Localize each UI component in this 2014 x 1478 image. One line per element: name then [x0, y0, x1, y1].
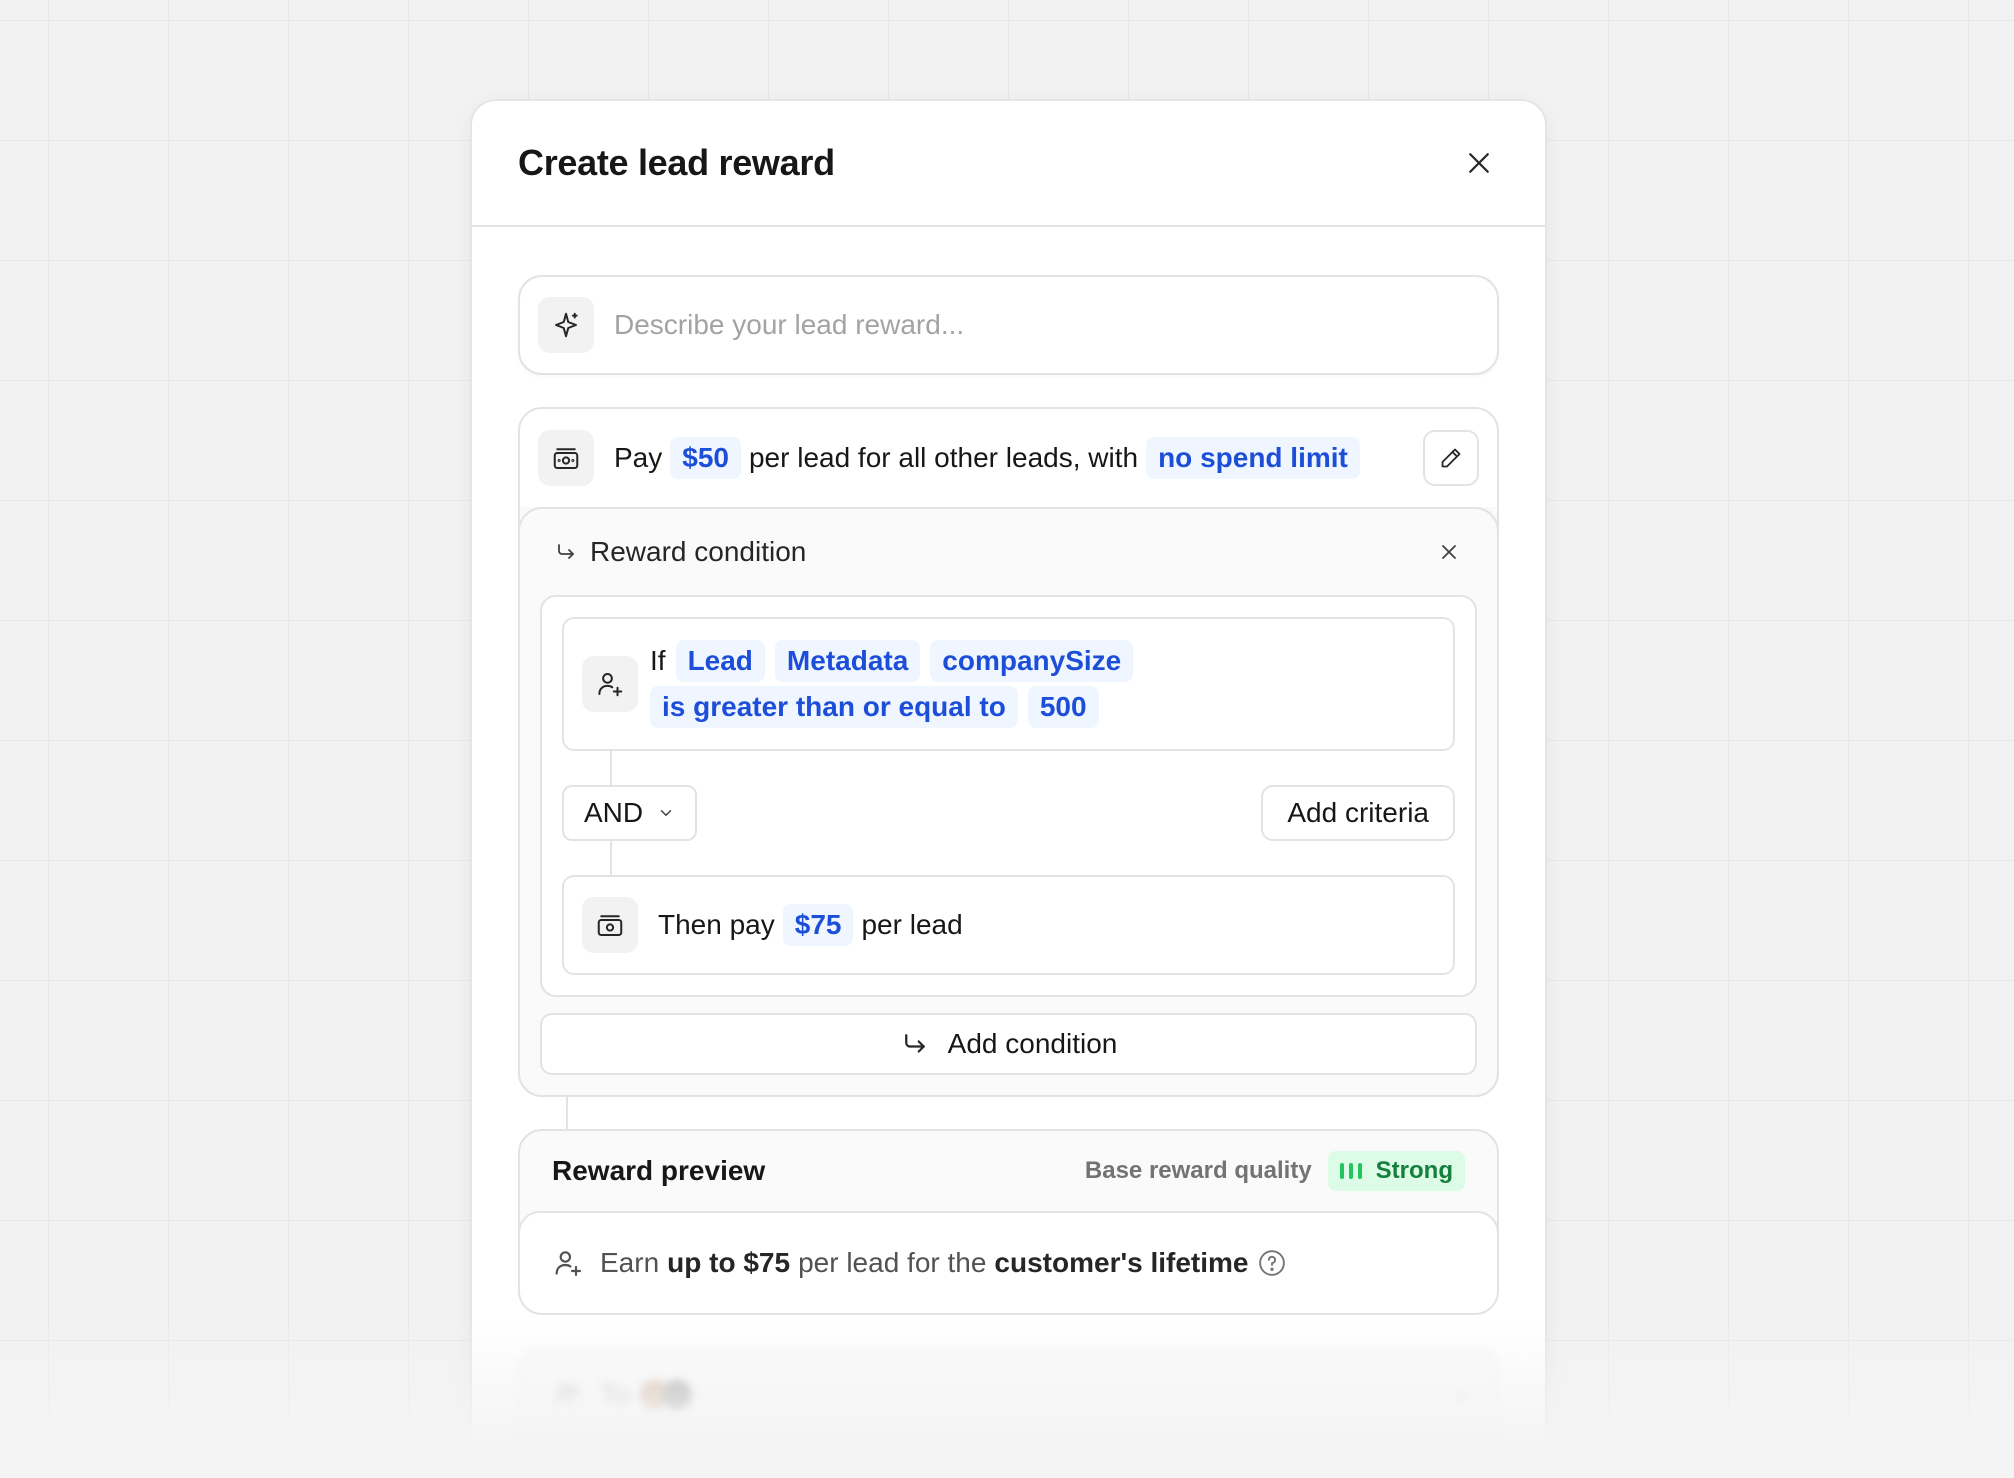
logic-operator-label: AND — [584, 797, 644, 828]
logic-row: AND Add criteria — [562, 785, 1455, 841]
blurred-partner-card: To › — [518, 1347, 1499, 1443]
help-circle-icon[interactable] — [1257, 1248, 1287, 1278]
reward-prompt-input[interactable] — [614, 309, 1479, 341]
edit-reward-button[interactable] — [1423, 430, 1479, 486]
connector-line — [566, 1097, 568, 1129]
then-pay-card: Then pay $75 per lead — [562, 875, 1455, 975]
chevron-right-icon: › — [1455, 1379, 1465, 1410]
modal-title: Create lead reward — [518, 142, 835, 183]
earn-prefix: Earn — [600, 1247, 660, 1278]
sparkle-icon — [555, 312, 578, 338]
arrow-turn-icon — [558, 544, 574, 559]
money-icon-tile — [582, 897, 638, 953]
reward-middle-text: per lead for all other leads, with — [748, 442, 1139, 473]
logic-operator-select[interactable]: AND — [562, 785, 698, 841]
money-icon — [553, 448, 579, 469]
reward-card: Pay $50 per lead for all other leads, wi… — [518, 407, 1499, 1097]
pencil-icon — [1441, 448, 1461, 468]
ghost-text: To — [600, 1379, 630, 1410]
then-pay-text: Then pay $75 per lead — [658, 904, 963, 946]
condition-header: Reward condition — [540, 509, 1477, 595]
field-chip[interactable]: companySize — [930, 640, 1134, 682]
operator-chip[interactable]: is greater than or equal to — [650, 686, 1018, 728]
reward-condition-panel: Reward condition If Lead Metadata compan… — [518, 507, 1499, 1097]
preview-header: Reward preview Base reward quality Stron… — [520, 1131, 1497, 1211]
close-icon — [1469, 153, 1489, 173]
remove-condition-button[interactable] — [1429, 532, 1469, 572]
user-plus-icon — [598, 673, 623, 697]
condition-title-label: Reward condition — [590, 536, 807, 567]
sparkle-icon-tile — [538, 297, 594, 353]
create-lead-reward-modal: Create lead reward Pay $50 per lead for … — [470, 99, 1547, 1478]
reward-amount-chip[interactable]: $50 — [670, 437, 741, 479]
quality-badge: Strong — [1327, 1151, 1465, 1191]
earn-amount: up to $75 — [667, 1247, 791, 1278]
reward-preview-card: Reward preview Base reward quality Stron… — [518, 1129, 1499, 1315]
earn-middle: per lead for the — [798, 1247, 987, 1278]
earn-duration: customer's lifetime — [994, 1247, 1249, 1278]
quality-value: Strong — [1375, 1157, 1453, 1184]
add-condition-label: Add condition — [947, 1028, 1118, 1059]
close-button[interactable] — [1457, 141, 1501, 185]
connector-line — [610, 841, 612, 875]
preview-title: Reward preview — [552, 1155, 766, 1186]
base-reward-text: Pay $50 per lead for all other leads, wi… — [614, 437, 1423, 479]
users-icon — [554, 1383, 580, 1406]
preview-summary: Earn up to $75 per lead for the customer… — [600, 1247, 1287, 1279]
if-criteria-card: If Lead Metadata companySize is greater … — [562, 617, 1455, 751]
user-plus-icon — [555, 1251, 582, 1277]
value-chip[interactable]: 500 — [1027, 686, 1099, 728]
user-icon-tile — [582, 656, 638, 712]
chevron-down-icon — [660, 810, 672, 816]
close-icon — [1442, 545, 1456, 559]
then-amount-chip[interactable]: $75 — [782, 904, 854, 946]
add-criteria-button[interactable]: Add criteria — [1261, 785, 1455, 841]
quality-label: Base reward quality — [1084, 1157, 1312, 1184]
entity-chip[interactable]: Lead — [675, 640, 765, 682]
modal-body: Pay $50 per lead for all other leads, wi… — [472, 227, 1545, 1443]
then-suffix: per lead — [861, 909, 963, 940]
modal-header: Create lead reward — [472, 101, 1545, 227]
money-icon-tile — [538, 430, 594, 486]
add-condition-button[interactable]: Add condition — [540, 1013, 1477, 1075]
connector-line — [610, 751, 612, 785]
base-reward-row: Pay $50 per lead for all other leads, wi… — [520, 409, 1497, 507]
arrow-turn-icon — [904, 1034, 925, 1053]
if-word: If — [650, 645, 666, 676]
avatar — [661, 1380, 692, 1410]
avatar-group — [639, 1380, 692, 1410]
pay-word: Pay — [614, 442, 663, 473]
spend-limit-chip[interactable]: no spend limit — [1146, 437, 1360, 479]
if-criteria-content: If Lead Metadata companySize is greater … — [650, 638, 1134, 730]
source-chip[interactable]: Metadata — [774, 640, 921, 682]
preview-body: Earn up to $75 per lead for the customer… — [520, 1211, 1497, 1313]
criteria-box: If Lead Metadata companySize is greater … — [540, 595, 1477, 997]
reward-quality: Base reward quality Strong — [1085, 1151, 1465, 1191]
reward-prompt-box[interactable] — [518, 275, 1499, 375]
then-prefix: Then pay — [658, 909, 775, 940]
condition-title: Reward condition — [554, 536, 806, 568]
money-icon — [597, 915, 623, 936]
signal-bars-icon — [1339, 1163, 1362, 1179]
